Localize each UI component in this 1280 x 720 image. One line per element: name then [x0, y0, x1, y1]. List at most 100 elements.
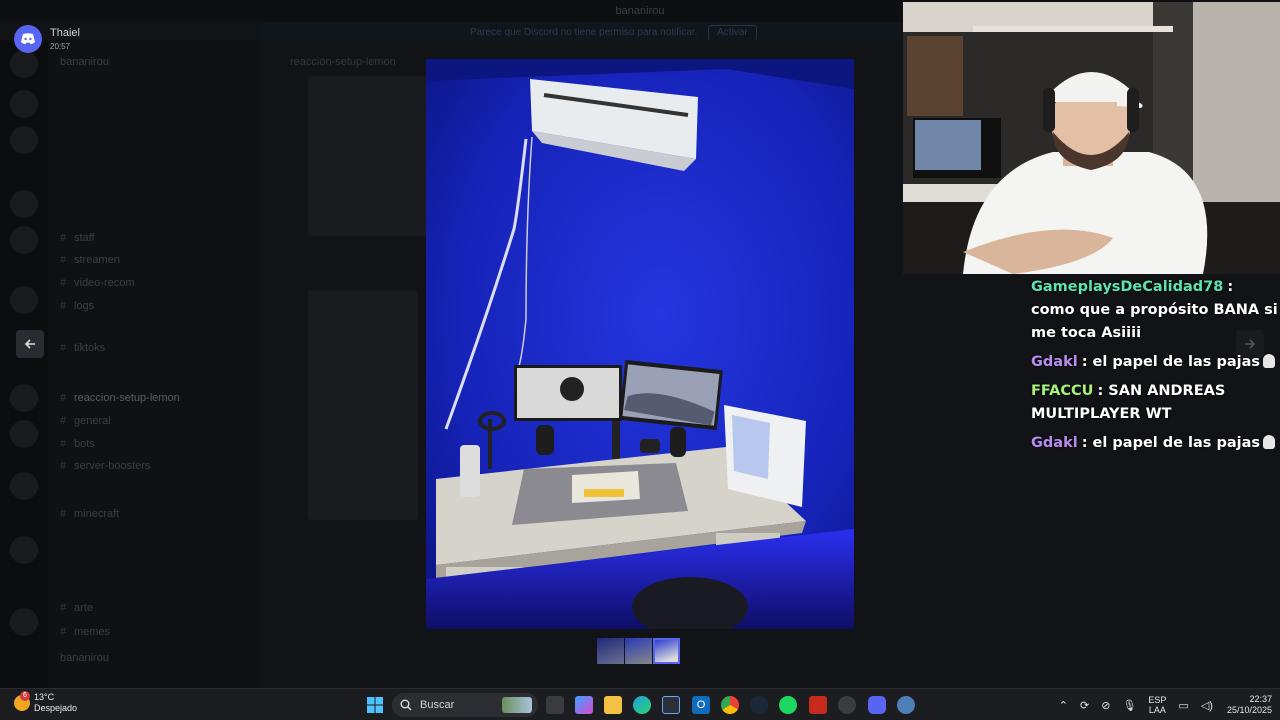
obs-icon[interactable] [838, 696, 856, 714]
server-icon[interactable] [10, 50, 38, 78]
channel-item[interactable]: # general [60, 415, 250, 431]
sync-icon[interactable]: ⟳ [1080, 699, 1089, 712]
channel-item[interactable]: # server-boosters [60, 460, 250, 476]
thumbnail[interactable] [597, 638, 624, 664]
display-icon[interactable]: ▭ [1178, 699, 1188, 712]
message-image[interactable] [308, 76, 428, 236]
skull-emoji-icon [1263, 354, 1276, 368]
weather-widget[interactable]: 6 13°C Despejado [14, 691, 77, 714]
app-icon[interactable] [897, 696, 915, 714]
start-button[interactable] [366, 696, 384, 714]
channel-item[interactable]: # tiktoks [60, 342, 250, 358]
channel-label: memes [74, 626, 111, 638]
channel-item[interactable]: # bots [60, 438, 250, 454]
chat-message: GameplaysDeCalidad78: como que a propósi… [1031, 279, 1278, 341]
hash-icon: # [60, 300, 67, 312]
chat-header: reaccion-setup-lemon [290, 56, 396, 68]
hash-icon: # [60, 626, 67, 638]
discord-taskbar-icon[interactable] [868, 696, 886, 714]
user-panel-name[interactable]: bananirou [60, 652, 250, 668]
message-image[interactable] [308, 290, 418, 520]
outlook-icon[interactable]: O [692, 696, 710, 714]
steam-icon[interactable] [750, 696, 768, 714]
discord-notification[interactable]: Thaiel 20:57 [14, 24, 80, 54]
thumbnail[interactable] [625, 638, 652, 664]
channel-item-active[interactable]: # reaccion-setup-lemon [60, 392, 250, 408]
chat-username: Gdakl [1031, 435, 1078, 451]
chevron-up-icon[interactable]: ⌃ [1059, 699, 1068, 712]
chat-message: Gdakl: el papel de las pajas [1031, 351, 1280, 374]
hash-icon: # [60, 602, 67, 614]
chat-text: como que a propósito BANA si me toca Asi… [1031, 302, 1278, 341]
server-icon[interactable] [10, 608, 38, 636]
chrome-icon[interactable] [721, 696, 739, 714]
channel-item[interactable]: # minecraft [60, 508, 250, 524]
spotify-icon[interactable] [779, 696, 797, 714]
notification-sender: Thaiel [50, 27, 80, 39]
hash-icon: # [60, 342, 67, 354]
network-icon[interactable]: ⊘ [1101, 699, 1110, 712]
channel-item[interactable]: # arte [60, 602, 250, 618]
weather-temperature: 13°C [34, 692, 55, 702]
channel-item[interactable]: # streamen [60, 254, 250, 270]
server-icon[interactable] [10, 420, 38, 448]
channel-label: arte [74, 602, 93, 614]
channel-item[interactable]: # staff [60, 232, 250, 248]
language-indicator[interactable]: ESP LAA [1148, 695, 1166, 715]
hash-icon: # [60, 277, 67, 289]
server-icon[interactable] [10, 226, 38, 254]
microphone-icon[interactable]: 🎙︎ [1122, 699, 1136, 712]
server-icon[interactable] [10, 536, 38, 564]
windows-logo-icon [367, 697, 383, 713]
arrow-left-icon [24, 339, 35, 349]
thumbnail-selected[interactable] [653, 638, 680, 664]
microsoft-store-icon[interactable] [662, 696, 680, 714]
server-icon[interactable] [10, 126, 38, 154]
server-icon[interactable] [10, 90, 38, 118]
server-icon[interactable] [10, 286, 38, 314]
channel-label: reaccion-setup-lemon [74, 392, 180, 404]
taskbar-search[interactable]: Buscar [392, 693, 538, 717]
channel-item[interactable]: # video-recom [60, 277, 250, 293]
volume-icon[interactable]: ◁) [1201, 699, 1213, 712]
channel-label: logs [74, 300, 95, 312]
thumbnail-strip [597, 638, 681, 664]
channel-label: bots [74, 438, 95, 450]
channel-label: tiktoks [74, 342, 106, 354]
server-name[interactable]: bananirou [60, 56, 250, 72]
streaming-app-icon[interactable] [809, 696, 827, 714]
previous-image-button[interactable] [16, 330, 44, 358]
server-icon[interactable] [10, 384, 38, 412]
chat-text: el papel de las pajas [1092, 435, 1261, 451]
channel-label: staff [74, 232, 95, 244]
channel-item[interactable]: # logs [60, 300, 250, 316]
system-tray: ⌃ ⟳ ⊘ 🎙︎ ESP LAA ▭ ◁) 22:37 25/10/2025 [1053, 689, 1272, 720]
skull-emoji-icon [1263, 435, 1276, 449]
task-view-icon[interactable] [546, 696, 564, 714]
channel-label: server-boosters [74, 460, 151, 472]
enable-notifications-button[interactable]: Activar [708, 25, 757, 41]
clock[interactable]: 22:37 25/10/2025 [1227, 694, 1272, 716]
channel-label: minecraft [74, 508, 120, 520]
channel-label: general [74, 415, 111, 427]
channel-item[interactable]: # memes [60, 626, 250, 642]
notification-time: 20:57 [50, 42, 71, 51]
copilot-icon[interactable] [575, 696, 593, 714]
viewer-image[interactable] [426, 59, 854, 629]
channel-label: video-recom [74, 277, 135, 289]
file-explorer-icon[interactable] [604, 696, 622, 714]
edge-icon[interactable] [633, 696, 651, 714]
stream-chat: GameplaysDeCalidad78: como que a propósi… [1031, 276, 1280, 461]
hash-icon: # [60, 438, 67, 450]
chat-username: FFACCU [1031, 383, 1094, 399]
search-highlight-icon [502, 697, 532, 713]
webcam-overlay [903, 2, 1280, 274]
hash-icon: # [60, 460, 67, 472]
server-icon[interactable] [10, 190, 38, 218]
chat-message: FFACCU: SAN ANDREAS MULTIPLAYER WT [1031, 383, 1226, 422]
channel-label: streamen [74, 254, 120, 266]
hash-icon: # [60, 508, 67, 520]
discord-logo-icon [14, 25, 42, 53]
hash-icon: # [60, 254, 67, 266]
server-icon[interactable] [10, 472, 38, 500]
